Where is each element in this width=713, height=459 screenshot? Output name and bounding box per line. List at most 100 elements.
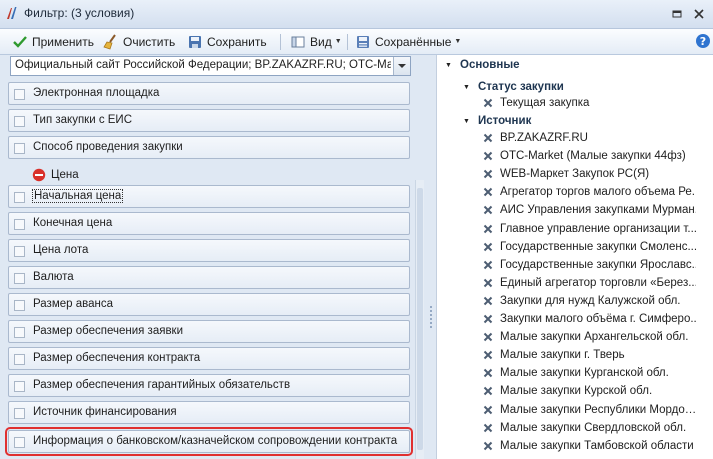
tree-item-source[interactable]: АИС Управления закупками Мурман... [483,201,696,219]
collapse-arrow-icon[interactable]: ▼ [463,84,472,91]
tree-item-source[interactable]: Малые закупки Республики Мордовия [483,401,700,419]
view-label: Вид [310,34,332,49]
close-icon[interactable] [690,5,708,23]
remove-x-icon[interactable] [483,423,493,433]
tree-item-source[interactable]: WEB-Маркет Закупок РС(Я) [483,165,700,183]
tree-node-main[interactable]: ▼ Основные [445,56,520,74]
tree-item-source[interactable]: Малые закупки Свердловской обл. [483,419,700,437]
vertical-scrollbar[interactable] [415,180,424,459]
remove-x-icon[interactable] [483,133,493,143]
tree-item-label: Закупки малого объёма г. Симферо... [500,313,696,325]
remove-group-icon[interactable] [32,168,46,182]
remove-x-icon[interactable] [483,405,493,415]
filter-row-electronic-platform[interactable]: Электронная площадка [8,82,410,105]
remove-x-icon[interactable] [483,205,493,215]
tree-node-label: Статус закупки [478,81,564,93]
checkbox[interactable] [14,381,25,392]
selected-values-tree: ▼ Основные ▼ Статус закупки Текущая заку… [436,55,713,459]
tree-item-source[interactable]: Главное управление организации т... [483,220,696,238]
remove-x-icon[interactable] [483,260,493,270]
tree-item-source[interactable]: Малые закупки Курганской обл. [483,364,700,382]
filter-row-lot-price[interactable]: Цена лота [8,239,410,262]
filter-row-bank-treasury-support[interactable]: Информация о банковском/казначейском соп… [5,427,413,456]
filter-row-label: Способ проведения закупки [33,141,183,153]
tree-item-source[interactable]: Государственные закупки Смоленс... [483,238,696,256]
filter-row-label: Валюта [33,271,74,283]
collapse-arrow-icon[interactable]: ▼ [463,118,472,125]
checkbox[interactable] [14,116,25,127]
source-combobox[interactable]: Официальный сайт Российской Федерации; B… [10,56,411,76]
remove-x-icon[interactable] [483,441,493,451]
tree-item-source[interactable]: Единый агрегатор торговли «Берез... [483,274,696,292]
remove-x-icon[interactable] [483,187,493,197]
tree-item-source[interactable]: Малые закупки г. Тверь [483,346,700,364]
help-icon[interactable]: ? [695,33,711,49]
tree-item-label: Агрегатор торгов малого объема Ре... [500,186,696,199]
tree-node-source[interactable]: ▼ Источник [463,112,531,130]
checkbox[interactable] [14,354,25,365]
tree-item-source[interactable]: Закупки малого объёма г. Симферо... [483,310,696,328]
checkbox[interactable] [14,219,25,230]
checkbox[interactable] [14,300,25,311]
remove-x-icon[interactable] [483,242,493,252]
tree-item-source[interactable]: Малые закупки Тамбовской области [483,437,700,455]
remove-x-icon[interactable] [483,314,493,324]
filter-row-label: Конечная цена [33,217,113,229]
filter-row-advance[interactable]: Размер аванса [8,293,410,316]
remove-x-icon[interactable] [483,169,493,179]
tree-item-source[interactable]: Малые закупки Архангельской обл. [483,328,700,346]
collapse-arrow-icon[interactable]: ▼ [445,62,454,69]
checkbox[interactable] [14,273,25,284]
filter-row-label: Источник финансирования [33,406,177,418]
remove-x-icon[interactable] [483,350,493,360]
remove-x-icon[interactable] [483,386,493,396]
saved-dropdown[interactable]: Сохранённые ▼ [355,32,461,51]
filter-row-final-price[interactable]: Конечная цена [8,212,410,235]
splitter-grip[interactable] [429,305,433,329]
filter-row-warranty-security[interactable]: Размер обеспечения гарантийных обязатель… [8,374,410,397]
source-combobox-value: Официальный сайт Российской Федерации; B… [15,59,391,71]
scrollbar-thumb[interactable] [417,188,423,450]
app-icon [7,7,17,19]
remove-x-icon[interactable] [483,151,493,161]
filter-row-label: Тип закупки с ЕИС [33,114,133,126]
checkbox[interactable] [14,408,25,419]
remove-x-icon[interactable] [483,332,493,342]
remove-x-icon[interactable] [483,224,493,234]
checkbox[interactable] [14,437,25,448]
remove-x-icon[interactable] [483,296,493,306]
filter-row-bid-security[interactable]: Размер обеспечения заявки [8,320,410,343]
checkbox[interactable] [14,143,25,154]
restore-icon[interactable] [668,5,686,23]
checkbox[interactable] [14,192,25,203]
filter-row-contract-security[interactable]: Размер обеспечения контракта [8,347,410,370]
checkbox[interactable] [14,89,25,100]
combobox-dropdown-button[interactable] [393,57,410,75]
remove-x-icon[interactable] [483,98,493,108]
tree-item-status-0[interactable]: Текущая закупка [483,94,700,112]
tree-item-source[interactable]: Государственные закупки Ярославс... [483,256,696,274]
filter-row-initial-price[interactable]: Начальная цена [8,185,410,208]
tree-item-label: Малые закупки Архангельской обл. [500,331,689,344]
apply-button[interactable]: Применить [12,32,94,51]
filter-row-eis-type[interactable]: Тип закупки с ЕИС [8,109,410,132]
tree-item-source[interactable]: ОТС-Market (Малые закупки 44фз) [483,147,700,165]
tree-item-source[interactable]: Агрегатор торгов малого объема Ре... [483,183,696,201]
tree-item-source[interactable]: Закупки для нужд Калужской обл. [483,292,700,310]
save-button[interactable]: Сохранить [187,32,267,51]
filter-row-funding-source[interactable]: Источник финансирования [8,401,410,424]
remove-x-icon[interactable] [483,278,493,288]
check-icon [13,35,27,48]
panel-splitter[interactable] [426,55,436,459]
filter-row-procurement-method[interactable]: Способ проведения закупки [8,136,410,159]
remove-x-icon[interactable] [483,368,493,378]
checkbox[interactable] [14,327,25,338]
tree-item-source[interactable]: Малые закупки Курской обл. [483,382,700,400]
clear-button[interactable]: Очистить [103,32,175,51]
filter-row-currency[interactable]: Валюта [8,266,410,289]
view-dropdown[interactable]: Вид ▼ [290,32,342,51]
checkbox[interactable] [14,246,25,257]
tree-item-source[interactable]: BP.ZAKAZRF.RU [483,129,700,147]
tree-item-label: Малые закупки г. Тверь [500,349,625,362]
tree-item-label: Государственные закупки Ярославс... [500,258,696,271]
